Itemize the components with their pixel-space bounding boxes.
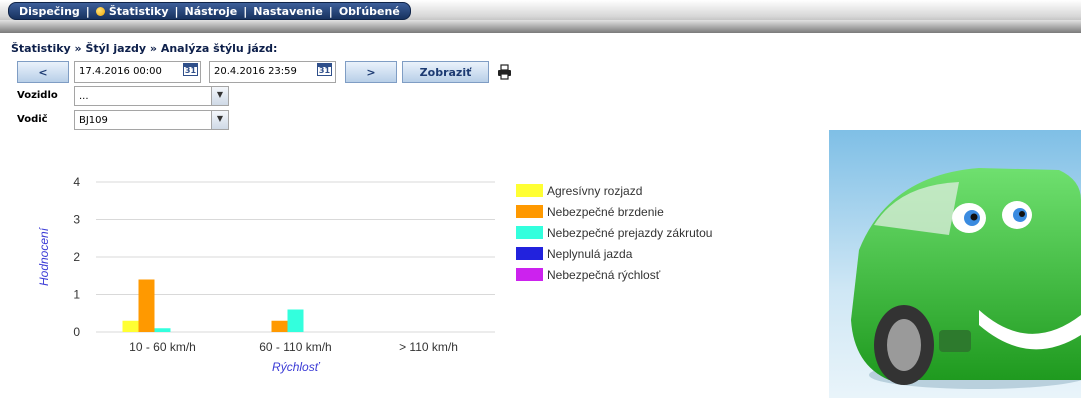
- vehicle-select[interactable]: ... ▼: [74, 86, 229, 106]
- bar: [138, 279, 155, 332]
- x-axis-label: Rýchlosť: [272, 360, 321, 374]
- legend-item: Nebezpečná rýchlosť: [516, 264, 712, 285]
- legend-swatch: [516, 205, 543, 218]
- calendar-day-text: 31: [318, 66, 331, 75]
- y-tick-label: 0: [73, 325, 80, 339]
- calendar-to-icon[interactable]: 31: [317, 63, 332, 76]
- bar: [271, 320, 288, 332]
- legend-swatch: [516, 247, 543, 260]
- y-tick-label: 4: [73, 175, 80, 189]
- dropdown-arrow-icon[interactable]: ▼: [211, 111, 228, 129]
- x-tick-label: 10 - 60 km/h: [129, 340, 196, 354]
- nav-separator: |: [174, 4, 179, 18]
- vehicle-select-value: ...: [79, 91, 89, 102]
- bar: [122, 320, 139, 332]
- print-icon[interactable]: [497, 64, 512, 80]
- prev-period-button[interactable]: <: [17, 61, 69, 83]
- legend-label: Nebezpečná rýchlosť: [547, 267, 661, 282]
- legend-label: Neplynulá jazda: [547, 246, 633, 261]
- show-button[interactable]: Zobraziť: [402, 61, 489, 83]
- car-mascot-image: [829, 130, 1081, 398]
- legend-swatch: [516, 226, 543, 239]
- legend-label: Nebezpečné prejazdy zákrutou: [547, 225, 713, 240]
- y-tick-label: 2: [73, 250, 80, 264]
- next-period-button[interactable]: >: [345, 61, 397, 83]
- legend-item: Nebezpečné prejazdy zákrutou: [516, 222, 712, 243]
- y-axis-label: Hodnocení: [37, 226, 51, 286]
- driver-select-value: BJ109: [79, 115, 108, 126]
- bar: [287, 309, 304, 332]
- nav-item-oblubene[interactable]: Obľúbené: [339, 5, 400, 18]
- nav-separator: |: [243, 4, 248, 18]
- nav-separator: |: [328, 4, 333, 18]
- x-tick-label: > 110 km/h: [399, 340, 458, 354]
- nav-separator: |: [85, 4, 90, 18]
- date-from-field[interactable]: 17.4.2016 00:00: [74, 61, 201, 83]
- legend-item: Nebezpečné brzdenie: [516, 201, 712, 222]
- driver-label: Vodič: [17, 114, 48, 125]
- calendar-day-text: 31: [184, 66, 197, 75]
- breadcrumb: Štatistiky » Štýl jazdy » Analýza štýlu …: [11, 42, 278, 55]
- main-nav: Dispečing | Štatistiky | Nástroje | Nast…: [8, 2, 411, 20]
- legend-label: Agresívny rozjazd: [547, 183, 643, 198]
- y-tick-label: 1: [73, 288, 80, 302]
- status-dot-icon: [95, 6, 105, 16]
- vehicle-label: Vozidlo: [17, 90, 58, 101]
- legend-swatch: [516, 184, 543, 197]
- legend-swatch: [516, 268, 543, 281]
- driving-style-chart: 0 1 2 3 4 10 - 60 km/h 60 - 110 km/h > 110 km/h…: [37, 175, 495, 374]
- legend-item: Agresívny rozjazd: [516, 180, 712, 201]
- dropdown-arrow-icon[interactable]: ▼: [211, 87, 228, 105]
- legend-label: Nebezpečné brzdenie: [547, 204, 664, 219]
- chart-legend: Agresívny rozjazd Nebezpečné brzdenie Nebe…: [516, 180, 712, 285]
- nav-item-dispecing[interactable]: Dispečing: [19, 5, 80, 18]
- nav-item-nastroje[interactable]: Nástroje: [185, 5, 238, 18]
- nav-item-nastavenie[interactable]: Nastavenie: [253, 5, 323, 18]
- bar: [154, 328, 171, 332]
- driver-select[interactable]: BJ109 ▼: [74, 110, 229, 130]
- legend-item: Neplynulá jazda: [516, 243, 712, 264]
- x-tick-label: 60 - 110 km/h: [259, 340, 331, 354]
- top-bar-shade: [0, 20, 1081, 33]
- nav-item-statistiky[interactable]: Štatistiky: [109, 5, 169, 18]
- calendar-from-icon[interactable]: 31: [183, 63, 198, 76]
- y-tick-label: 3: [73, 213, 80, 227]
- top-bar: Dispečing | Štatistiky | Nástroje | Nast…: [0, 0, 1081, 33]
